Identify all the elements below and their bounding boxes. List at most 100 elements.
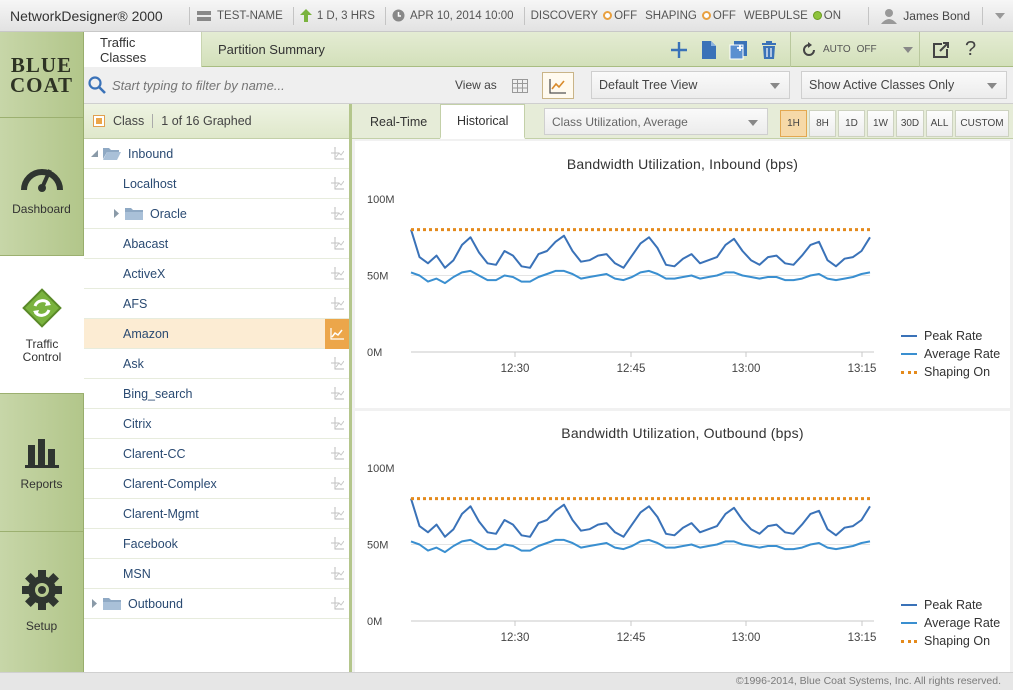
add-graph-icon[interactable] [325, 289, 349, 319]
add-graph-icon[interactable] [325, 199, 349, 229]
add-graph-icon[interactable] [325, 169, 349, 199]
range-button-1w[interactable]: 1W [867, 110, 894, 137]
add-graph-icon[interactable] [325, 559, 349, 589]
device-name: TEST-NAME [217, 9, 283, 22]
graphed-count: 1 of 16 Graphed [161, 114, 252, 128]
add-graph-icon[interactable] [325, 529, 349, 559]
tree-row[interactable]: Clarent-CC [84, 439, 349, 469]
new-document-button[interactable] [694, 32, 724, 67]
tab-historical[interactable]: Historical [440, 104, 526, 139]
add-graph-icon[interactable] [325, 499, 349, 529]
separator [918, 32, 920, 67]
copy-button[interactable] [724, 32, 754, 67]
delete-button[interactable] [754, 32, 784, 67]
legend-label: Average Rate [924, 347, 1001, 361]
collapsed-arrow-icon[interactable] [90, 599, 99, 608]
tree-row[interactable]: AFS [84, 289, 349, 319]
tab-partition-summary[interactable]: Partition Summary [202, 32, 341, 67]
range-button-custom[interactable]: CUSTOM [955, 110, 1009, 137]
separator [790, 32, 791, 67]
export-button[interactable] [926, 32, 956, 67]
range-button-8h[interactable]: 8H [809, 110, 836, 137]
tree-row[interactable]: Oracle [84, 199, 349, 229]
tree-row[interactable]: Outbound [84, 589, 349, 619]
x-tick-label: 12:30 [501, 363, 530, 375]
tree-row[interactable]: Localhost [84, 169, 349, 199]
x-tick-label: 13:15 [848, 363, 877, 375]
add-graph-icon[interactable] [325, 469, 349, 499]
tab-traffic-classes[interactable]: Traffic Classes [84, 32, 202, 67]
webpulse-state: ON [823, 9, 842, 22]
collapsed-arrow-icon[interactable] [112, 209, 121, 218]
nav-dashboard[interactable]: Dashboard [0, 118, 83, 256]
tab-label: Historical [457, 114, 509, 128]
class-tree-panel: Class 1 of 16 Graphed Inbound Localhost Or… [84, 104, 352, 672]
view-graph-button[interactable] [542, 72, 574, 99]
nav-setup[interactable]: Setup [0, 532, 83, 670]
table-icon [512, 78, 528, 93]
nav-reports[interactable]: Reports [0, 394, 83, 532]
nav-reports-label: Reports [20, 476, 63, 491]
tab-real-time[interactable]: Real-Time [354, 104, 443, 139]
tab-label: Traffic Classes [100, 34, 147, 65]
title-bar: NetworkDesigner® 2000 TEST-NAME 1 D, 3 H… [0, 0, 1013, 32]
series-average-rate [410, 269, 871, 285]
discovery-status[interactable]: DISCOVERY OFF [531, 10, 638, 22]
class-name: MSN [123, 566, 151, 581]
filter-input[interactable] [112, 77, 352, 93]
tree-view-select[interactable]: Default Tree View [591, 71, 790, 99]
status-off-icon [603, 11, 613, 20]
checkbox-icon[interactable] [93, 115, 105, 127]
traffic-control-icon [22, 287, 62, 328]
user-menu[interactable]: James Bond [862, 0, 1005, 32]
tree-row[interactable]: Bing_search [84, 379, 349, 409]
search-icon [88, 76, 106, 94]
class-name: Ask [123, 356, 144, 371]
tree-row[interactable]: ActiveX [84, 259, 349, 289]
add-class-button[interactable] [664, 32, 694, 67]
add-graph-icon[interactable] [325, 349, 349, 379]
add-graph-icon[interactable] [325, 259, 349, 289]
separator [523, 6, 525, 25]
tree-row[interactable]: Facebook [84, 529, 349, 559]
range-button-all[interactable]: ALL [926, 110, 953, 137]
range-button-1d[interactable]: 1D [838, 110, 865, 137]
class-name: Clarent-Mgmt [123, 506, 199, 521]
metric-select[interactable]: Class Utilization, Average [544, 108, 768, 135]
auto-refresh-toggle[interactable]: AUTO OFF [797, 32, 917, 67]
tree-row[interactable]: Clarent-Complex [84, 469, 349, 499]
x-tick-label: 12:45 [617, 363, 646, 375]
tree-row[interactable]: Ask [84, 349, 349, 379]
help-button[interactable]: ? [956, 32, 986, 67]
view-table-button[interactable] [504, 72, 536, 99]
tree-row[interactable]: Citrix [84, 409, 349, 439]
shaping-status[interactable]: SHAPING OFF [645, 10, 736, 22]
legend-item: Average Rate [901, 345, 1000, 363]
webpulse-status[interactable]: WEBPULSE ON [744, 10, 841, 22]
status-off-icon [701, 11, 711, 20]
tree-row[interactable]: Abacast [84, 229, 349, 259]
tree-row[interactable]: Clarent-Mgmt [84, 499, 349, 529]
gear-icon [21, 570, 62, 610]
tree-row[interactable]: Inbound [84, 139, 349, 169]
chart-legend: Peak Rate Average Rate Shaping On [901, 596, 1000, 650]
nav-traffic-control[interactable]: Traffic Control [0, 256, 84, 394]
expanded-arrow-icon[interactable] [90, 149, 99, 158]
range-button-1h[interactable]: 1H [780, 110, 807, 137]
add-graph-icon[interactable] [325, 589, 349, 619]
plus-icon [671, 41, 687, 58]
active-filter-select[interactable]: Show Active Classes Only [801, 71, 1007, 99]
add-graph-icon[interactable] [325, 439, 349, 469]
tree-row[interactable]: Amazon [84, 319, 349, 349]
range-button-30d[interactable]: 30D [896, 110, 924, 137]
graph-on-icon[interactable] [325, 319, 349, 349]
add-graph-icon[interactable] [325, 379, 349, 409]
add-graph-icon[interactable] [325, 409, 349, 439]
auto-state: OFF [856, 44, 877, 55]
add-graph-icon[interactable] [325, 229, 349, 259]
auto-label: AUTO [823, 44, 851, 55]
app-window: NetworkDesigner® 2000 TEST-NAME 1 D, 3 H… [0, 0, 1013, 690]
tree-row[interactable]: MSN [84, 559, 349, 589]
document-icon [702, 40, 716, 59]
add-graph-icon[interactable] [325, 139, 349, 169]
